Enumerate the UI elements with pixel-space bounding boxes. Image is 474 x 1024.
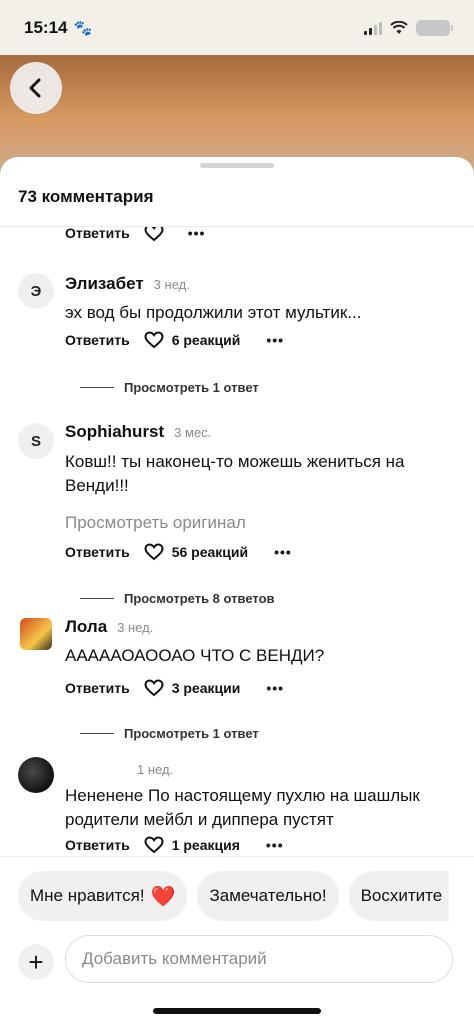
avatar[interactable]: S [18, 423, 54, 459]
comment-actions: Ответить 6 реакций ••• [65, 331, 284, 349]
comment-time: 3 нед. [153, 277, 190, 292]
sheet-drag-handle[interactable] [200, 163, 274, 168]
heart-icon[interactable] [144, 331, 164, 349]
wifi-icon [390, 20, 408, 34]
comment-actions: Ответить 3 реакции ••• [65, 679, 284, 697]
reactions-count[interactable]: 3 реакции [172, 680, 241, 696]
more-options-button[interactable]: ••• [266, 332, 284, 348]
battery-icon [416, 19, 453, 36]
status-time: 15:14 [24, 17, 68, 37]
thread-line [80, 387, 114, 388]
plus-icon: + [28, 947, 44, 977]
comment-author[interactable]: Лола [65, 617, 107, 637]
quick-reaction-chip[interactable]: Восхитите [348, 871, 449, 921]
paw-icon: 🐾 [73, 19, 93, 37]
comment-author[interactable]: Элизабет [65, 274, 144, 294]
comment-text: Ковш!! ты наконец-то можешь жениться на … [65, 452, 405, 495]
reply-button[interactable]: Ответить [65, 837, 130, 853]
heart-emoji-icon: ❤️ [150, 885, 176, 908]
comment-actions: Ответить ••• [65, 227, 205, 242]
home-indicator [153, 1008, 321, 1014]
avatar[interactable] [20, 618, 52, 650]
quick-reaction-chip[interactable]: Мне нравится! ❤️ [18, 871, 188, 921]
view-replies-link[interactable]: Просмотреть 1 ответ [80, 380, 259, 395]
view-replies-label: Просмотреть 1 ответ [124, 726, 259, 741]
comment-actions: Ответить 56 реакций ••• [65, 543, 292, 561]
view-replies-link[interactable]: Просмотреть 8 ответов [80, 591, 275, 606]
view-replies-label: Просмотреть 1 ответ [124, 380, 259, 395]
heart-icon[interactable] [144, 543, 164, 561]
view-replies-link[interactable]: Просмотреть 1 ответ [80, 726, 259, 741]
comment-time: 3 мес. [174, 425, 212, 440]
thread-line [80, 733, 114, 734]
quick-reaction-label: Мне нравится! [30, 886, 145, 905]
comment-input[interactable] [65, 935, 453, 983]
heart-icon[interactable] [144, 836, 164, 854]
comment-text: Нененене По настоящему пухлю на шашлык р… [65, 786, 420, 829]
comments-list[interactable]: Ответить ••• Э Элизабет 3 нед. эх вод бы… [0, 227, 474, 857]
heart-icon[interactable] [144, 679, 164, 697]
comment-text: АААААОАООАО ЧТО С ВЕНДИ? [65, 646, 325, 665]
add-attachment-button[interactable]: + [18, 944, 54, 980]
more-options-button[interactable]: ••• [266, 837, 284, 853]
avatar[interactable] [18, 757, 54, 793]
view-original-link[interactable]: Просмотреть оригинал [65, 513, 246, 533]
view-replies-label: Просмотреть 8 ответов [124, 591, 275, 606]
quick-reaction-label: Замечательно! [209, 886, 327, 905]
reply-button[interactable]: Ответить [65, 332, 130, 348]
comment-actions: Ответить 1 реакция ••• [65, 836, 284, 854]
quick-reaction-chip[interactable]: Замечательно! [197, 871, 339, 921]
comment-text: эх вод бы продолжили этот мультик... [65, 303, 362, 322]
back-button[interactable] [10, 62, 62, 114]
comment-time: 3 нед. [117, 620, 154, 635]
reply-button[interactable]: Ответить [65, 680, 130, 696]
reactions-count[interactable]: 6 реакций [172, 332, 241, 348]
quick-reaction-label: Восхитите [360, 886, 443, 905]
comment-composer-area: Мне нравится! ❤️ Замечательно! Восхитите… [0, 856, 474, 1024]
reply-button[interactable]: Ответить [65, 227, 130, 241]
more-options-button[interactable]: ••• [188, 227, 206, 241]
thread-line [80, 598, 114, 599]
comment-time: 1 нед. [137, 762, 174, 777]
chevron-left-icon [29, 78, 41, 98]
signal-icon [364, 21, 382, 35]
comments-count-title: 73 комментария [18, 187, 154, 206]
reactions-count[interactable]: 56 реакций [172, 544, 248, 560]
status-bar: 15:14 🐾 [0, 0, 474, 55]
more-options-button[interactable]: ••• [266, 680, 284, 696]
avatar[interactable]: Э [18, 273, 54, 309]
reply-button[interactable]: Ответить [65, 544, 130, 560]
reactions-count[interactable]: 1 реакция [172, 837, 240, 853]
quick-reaction-chips: Мне нравится! ❤️ Замечательно! Восхитите [18, 871, 449, 921]
more-options-button[interactable]: ••• [274, 544, 292, 560]
comment-author[interactable]: Sophiahurst [65, 422, 164, 442]
heart-icon[interactable] [144, 227, 164, 242]
